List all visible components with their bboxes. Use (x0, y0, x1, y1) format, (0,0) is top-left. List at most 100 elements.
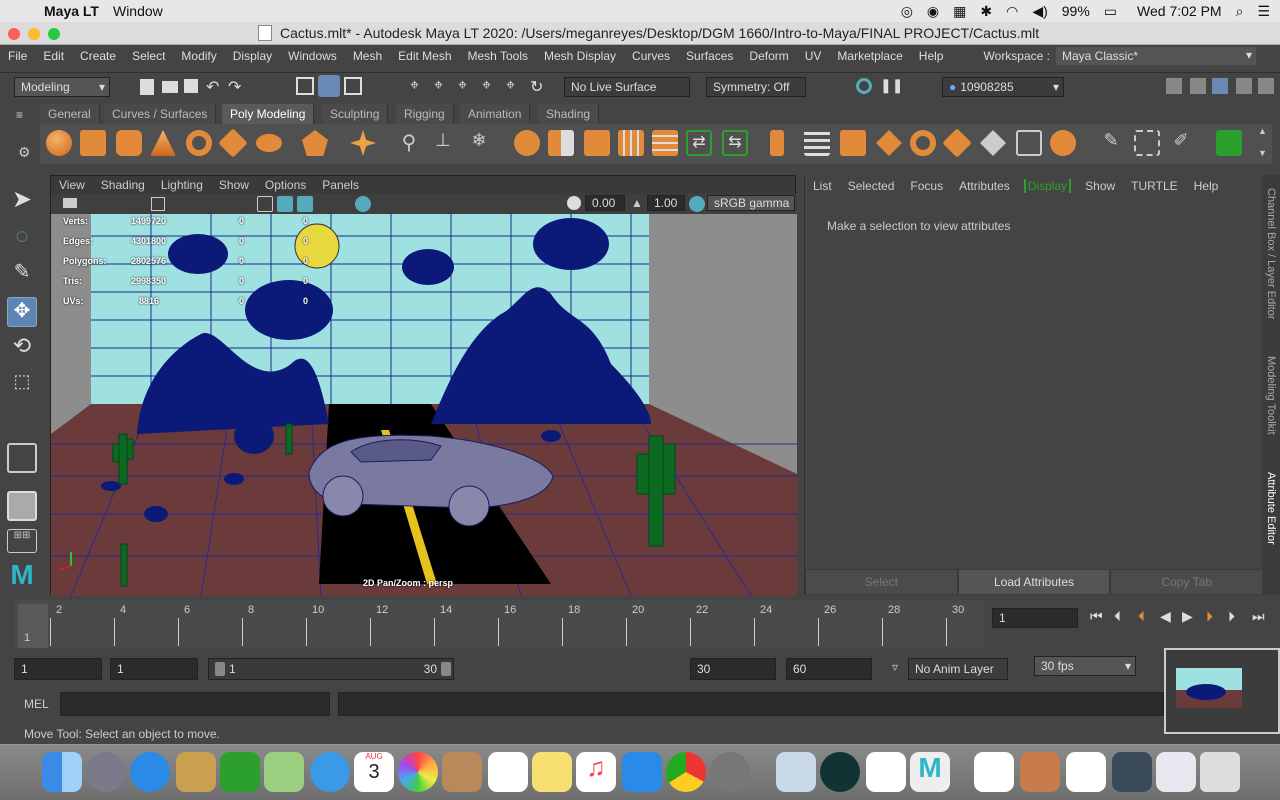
edge-loop-icon[interactable]: ✐ (1168, 130, 1194, 156)
colorspace-dropdown[interactable]: sRGB gamma (707, 195, 795, 211)
redo-icon[interactable]: ↷ (228, 77, 241, 97)
combine-icon[interactable] (514, 130, 540, 156)
flag-icon[interactable]: ▦ (953, 3, 966, 20)
zbrush-core-icon[interactable] (866, 752, 906, 792)
poly-torus-icon[interactable] (186, 130, 212, 156)
bluetooth-icon[interactable]: ✱ (980, 3, 992, 20)
ae-menu-show[interactable]: Show (1077, 179, 1123, 193)
range-handle-left[interactable] (215, 662, 225, 676)
gamma-icon[interactable]: ▲ (631, 196, 643, 210)
go-to-end-icon[interactable]: ⏭ (1252, 608, 1265, 625)
menu-help[interactable]: Help (911, 49, 952, 63)
snowflake-icon[interactable]: ❄ (466, 130, 492, 156)
poke-icon[interactable] (876, 130, 902, 156)
smooth-icon[interactable] (618, 130, 644, 156)
scale-tool-icon[interactable]: ⬚ (7, 371, 37, 401)
grid-toggle-icon[interactable] (151, 197, 165, 211)
menu-edit[interactable]: Edit (35, 49, 72, 63)
window-stack-icon[interactable] (1112, 752, 1152, 792)
shelf-settings-icon[interactable]: ⚙ (18, 144, 31, 161)
menu-surfaces[interactable]: Surfaces (678, 49, 741, 63)
menu-edit-mesh[interactable]: Edit Mesh (390, 49, 459, 63)
viewport-menu-view[interactable]: View (59, 178, 85, 192)
menu-windows[interactable]: Windows (280, 49, 345, 63)
viewport-menu-show[interactable]: Show (219, 178, 249, 192)
symmetry-field[interactable]: Symmetry: Off (706, 77, 806, 97)
tool-settings-icon[interactable] (1236, 78, 1252, 94)
fps-dropdown[interactable]: 30 fps ▾ (1034, 656, 1136, 676)
live-surface-field[interactable]: No Live Surface (564, 77, 690, 97)
menu-mesh[interactable]: Mesh (345, 49, 390, 63)
multi-cut-icon[interactable] (1050, 130, 1076, 156)
smooth-shade-icon[interactable] (277, 196, 293, 212)
play-backwards-icon[interactable]: ◀ (1160, 608, 1171, 625)
app-store-icon[interactable] (622, 752, 662, 792)
layer-editor-icon[interactable] (1258, 78, 1274, 94)
maps-icon[interactable] (264, 752, 304, 792)
camera-icon[interactable] (63, 198, 77, 208)
snap-edge-icon[interactable]: ↻ (530, 77, 543, 97)
wireframe-on-shaded-icon[interactable] (297, 196, 313, 212)
ipr-render-icon[interactable] (856, 78, 872, 94)
shelf-scroll-down[interactable]: ▼ (1258, 148, 1267, 158)
time-slider[interactable]: 1 2 4 6 8 10 12 14 16 18 20 22 24 26 28 … (14, 600, 984, 648)
chevron-down-icon[interactable]: ▿ (892, 660, 898, 674)
boolean-icon[interactable] (652, 130, 678, 156)
anim-layer-field[interactable]: No Anim Layer (908, 658, 1008, 680)
single-perspective-layout-icon[interactable] (7, 443, 37, 473)
preview-icon[interactable] (776, 752, 816, 792)
wedge-icon[interactable] (910, 130, 936, 156)
minimize-window-button[interactable] (28, 28, 40, 40)
menu-mesh-tools[interactable]: Mesh Tools (460, 49, 536, 63)
shelf-tab-curves-surfaces[interactable]: Curves / Surfaces (104, 104, 217, 124)
app-menu[interactable]: Maya LT (44, 3, 99, 19)
step-forward-frame-icon[interactable]: ⏵ (1206, 608, 1213, 625)
ae-menu-focus[interactable]: Focus (902, 179, 951, 193)
shelf-tab-rigging[interactable]: Rigging (396, 104, 454, 124)
shelf-tab-animation[interactable]: Animation (460, 104, 531, 124)
trash-icon[interactable] (1200, 752, 1240, 792)
copy-tab-button[interactable]: Copy Tab (1110, 569, 1264, 595)
user-account-dropdown[interactable]: ● 10908285 ▾ (942, 77, 1064, 97)
quad-draw-icon[interactable] (1134, 130, 1160, 156)
select-object-icon[interactable] (318, 75, 340, 97)
poly-sphere-icon[interactable] (46, 130, 72, 156)
select-hierarchy-icon[interactable] (296, 77, 314, 95)
menu-curves[interactable]: Curves (624, 49, 678, 63)
snap-surface-icon[interactable]: ⌖ (506, 77, 515, 95)
step-forward-key-icon[interactable]: ⏵ (1228, 608, 1235, 625)
viewport-menu-options[interactable]: Options (265, 178, 306, 192)
workspace-dropdown[interactable]: Maya Classic* ▾ (1056, 47, 1256, 65)
modeling-toolkit-icon[interactable] (1166, 78, 1182, 94)
step-back-frame-icon[interactable]: ⏴ (1138, 608, 1145, 625)
align-tool-icon[interactable]: ⊥ (430, 130, 456, 156)
paint-select-icon[interactable]: ✎ (7, 259, 37, 289)
separate-icon[interactable] (548, 130, 574, 156)
go-to-start-icon[interactable]: ⏮ (1090, 608, 1103, 625)
super-shape-icon[interactable] (350, 130, 376, 156)
play-forwards-icon[interactable]: ▶ (1182, 608, 1193, 625)
playback-start-field[interactable]: 1 (110, 658, 198, 680)
tab-modeling-toolkit[interactable]: Modeling Toolkit (1263, 347, 1279, 443)
ae-menu-help[interactable]: Help (1186, 179, 1227, 193)
window-menu[interactable]: Window (113, 3, 163, 19)
finder-icon[interactable] (42, 752, 82, 792)
knife-icon[interactable]: ✎ (1098, 130, 1124, 156)
bevel-icon[interactable] (840, 130, 866, 156)
rotate-tool-icon[interactable]: ⟲ (7, 333, 37, 363)
ae-menu-attributes[interactable]: Attributes (951, 179, 1018, 193)
snap-grid-icon[interactable]: ⌖ (410, 77, 419, 95)
creative-cloud-icon[interactable]: ◎ (901, 3, 913, 20)
select-tool-icon[interactable]: ➤ (7, 185, 37, 215)
status-icon[interactable]: ◉ (927, 3, 939, 20)
shelf-tab-general[interactable]: General (40, 104, 100, 124)
range-bar[interactable]: 1 30 (208, 658, 454, 680)
battery-label[interactable]: 99% (1062, 3, 1090, 19)
append-icon[interactable] (980, 130, 1006, 156)
command-input[interactable] (60, 692, 330, 716)
select-button[interactable]: Select (805, 569, 958, 595)
shelf-tab-poly-modeling[interactable]: Poly Modeling (222, 104, 315, 124)
desktop-folder-icon[interactable] (1020, 752, 1060, 792)
notification-icon[interactable]: ☰ (1257, 3, 1270, 20)
end-time-field[interactable]: 60 (786, 658, 872, 680)
